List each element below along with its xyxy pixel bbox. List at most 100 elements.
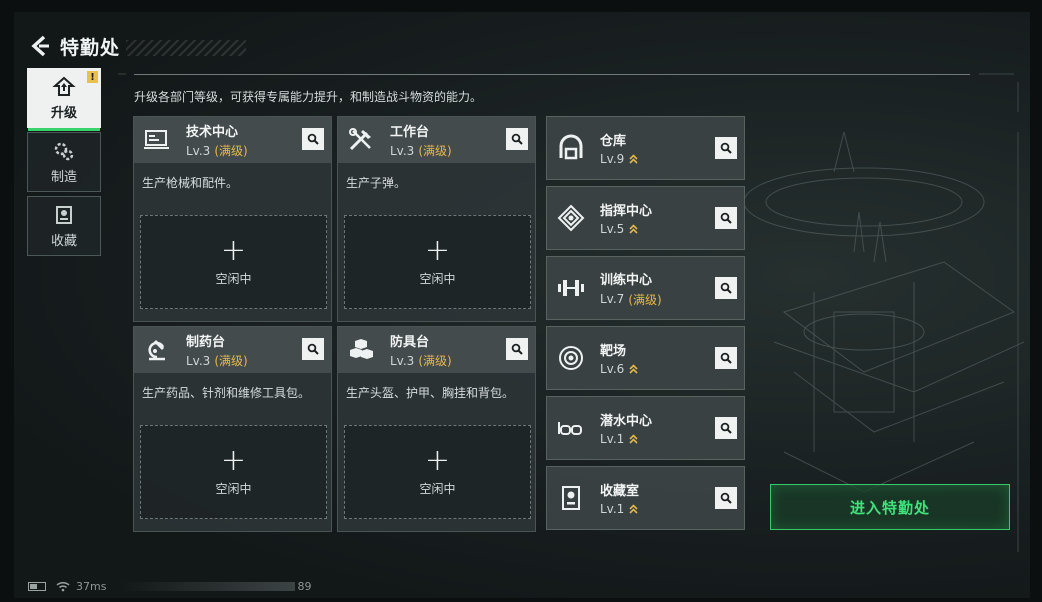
inspect-button[interactable]	[715, 137, 737, 159]
station-header: 制药台 Lv.3 (满级)	[134, 327, 331, 373]
facility-collection-room[interactable]: 收藏室 Lv.1	[546, 466, 745, 530]
search-icon	[511, 133, 523, 145]
search-icon	[720, 352, 732, 364]
facility-name: 收藏室	[600, 484, 640, 499]
ping-readout: 37ms	[76, 579, 107, 593]
facility-training-center[interactable]: 训练中心 Lv.7 (满级)	[546, 256, 745, 320]
search-icon	[720, 492, 732, 504]
upgrade-available-icon	[629, 154, 638, 164]
search-icon	[720, 422, 732, 434]
search-icon	[720, 142, 732, 154]
gears-icon	[54, 142, 74, 160]
inspect-button[interactable]	[715, 417, 737, 439]
slot-status: 空闲中	[215, 481, 252, 496]
station-name: 制药台	[186, 335, 226, 350]
upgrade-available-icon	[629, 224, 638, 234]
sidebar-item-craft[interactable]: 制造	[27, 132, 101, 192]
sidebar-nav: 升级 ! 制造 收藏	[27, 68, 101, 260]
page-title: 特勤处	[60, 36, 121, 59]
station-name: 技术中心	[186, 125, 239, 140]
target-icon	[553, 340, 589, 376]
collection-room-icon	[553, 480, 589, 516]
max-level-tag: (满级)	[214, 144, 248, 158]
build-info-bar	[120, 581, 296, 591]
inspect-button[interactable]	[715, 277, 737, 299]
upgrade-available-icon	[629, 364, 638, 374]
station-card-tech-center[interactable]: 技术中心 Lv.3 (满级) 生产枪械和配件。 + 空闲中	[133, 116, 332, 322]
station-card-workbench[interactable]: 工作台 Lv.3 (满级) 生产子弹。 + 空闲中	[337, 116, 536, 322]
station-description: 生产子弹。	[346, 176, 407, 190]
production-slot[interactable]: + 空闲中	[140, 215, 327, 309]
inspect-button[interactable]	[302, 128, 324, 150]
station-level: Lv.3 (满级)	[390, 144, 452, 158]
title-decoration	[126, 40, 247, 56]
status-bar: 37ms 89	[28, 578, 311, 594]
upgrade-icon	[52, 76, 76, 96]
facility-level: Lv.9	[600, 152, 638, 166]
production-slot[interactable]: + 空闲中	[140, 425, 327, 519]
facility-level: Lv.7 (满级)	[600, 292, 662, 307]
search-icon	[720, 282, 732, 294]
back-arrow-icon	[31, 35, 49, 57]
workbench-icon	[344, 123, 378, 157]
station-description: 生产药品、针剂和维修工具包。	[142, 386, 311, 400]
slot-status: 空闲中	[419, 481, 456, 496]
search-icon	[720, 212, 732, 224]
add-icon: +	[220, 442, 247, 478]
station-card-armor[interactable]: 防具台 Lv.3 (满级) 生产头盔、护甲、胸挂和背包。 + 空闲中	[337, 326, 536, 532]
collection-icon	[56, 205, 72, 224]
station-level: Lv.3 (满级)	[186, 354, 248, 368]
station-description: 生产头盔、护甲、胸挂和背包。	[346, 386, 515, 400]
facility-name: 指挥中心	[600, 204, 653, 219]
inspect-button[interactable]	[506, 338, 528, 360]
wifi-icon	[56, 581, 70, 591]
facility-level: Lv.1	[600, 432, 652, 446]
back-button[interactable]	[26, 32, 54, 60]
facility-shooting-range[interactable]: 靶场 Lv.6	[546, 326, 745, 390]
warehouse-icon	[553, 130, 589, 166]
inspect-button[interactable]	[506, 128, 528, 150]
station-header: 防具台 Lv.3 (满级)	[338, 327, 535, 373]
station-card-pharmacy[interactable]: 制药台 Lv.3 (满级) 生产药品、针剂和维修工具包。 + 空闲中	[133, 326, 332, 532]
tech-center-icon	[140, 123, 174, 157]
pharmacy-icon	[140, 333, 174, 367]
station-name: 工作台	[390, 125, 430, 140]
station-description: 生产枪械和配件。	[142, 176, 239, 190]
facility-level: Lv.1	[600, 502, 639, 516]
facility-diving-center[interactable]: 潜水中心 Lv.1	[546, 396, 745, 460]
divider	[134, 74, 970, 75]
sidebar-item-upgrade[interactable]: 升级 !	[27, 68, 101, 131]
search-icon	[307, 133, 319, 145]
add-icon: +	[220, 232, 247, 268]
station-header: 工作台 Lv.3 (满级)	[338, 117, 535, 163]
inspect-button[interactable]	[302, 338, 324, 360]
facility-level: Lv.5	[600, 222, 652, 236]
search-icon	[307, 343, 319, 355]
inspect-button[interactable]	[715, 487, 737, 509]
station-name: 防具台	[390, 335, 430, 350]
dumbbell-icon	[553, 270, 589, 306]
battery-icon	[28, 581, 46, 591]
facility-name: 潜水中心	[600, 414, 653, 429]
facility-command-center[interactable]: 指挥中心 Lv.5	[546, 186, 745, 250]
alert-badge: !	[87, 71, 98, 83]
facility-level: Lv.6	[600, 362, 638, 376]
production-slot[interactable]: + 空闲中	[344, 425, 531, 519]
facility-name: 训练中心	[600, 272, 653, 288]
slot-status: 空闲中	[215, 271, 252, 286]
slot-status: 空闲中	[419, 271, 456, 286]
sidebar-item-collection[interactable]: 收藏	[27, 196, 101, 256]
enter-special-ops-button[interactable]: 进入特勤处	[770, 484, 1010, 530]
station-level: Lv.3 (满级)	[186, 144, 248, 158]
inspect-button[interactable]	[715, 207, 737, 229]
max-level-tag: (满级)	[418, 144, 452, 158]
facility-warehouse[interactable]: 仓库 Lv.9	[546, 116, 745, 180]
sidebar-item-label: 制造	[50, 169, 77, 185]
production-slot[interactable]: + 空闲中	[344, 215, 531, 309]
search-icon	[511, 343, 523, 355]
facility-name: 仓库	[600, 134, 627, 149]
facility-name: 靶场	[600, 344, 627, 359]
max-level-tag: (满级)	[214, 354, 248, 368]
inspect-button[interactable]	[715, 347, 737, 369]
add-icon: +	[424, 442, 451, 478]
